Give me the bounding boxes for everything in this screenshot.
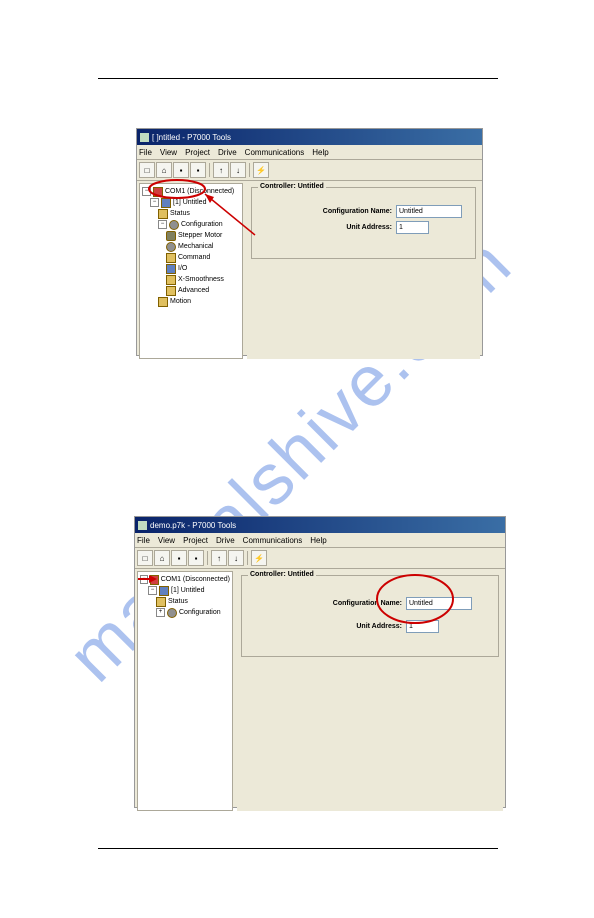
status-icon — [158, 209, 168, 219]
menu-file[interactable]: File — [139, 148, 152, 157]
gear-icon — [167, 608, 177, 618]
unit-address-label: Unit Address: — [346, 224, 392, 231]
window-title: [ ]ntitled - P7000 Tools — [152, 133, 231, 142]
menu-communications[interactable]: Communications — [245, 148, 305, 157]
config-name-label: Configuration Name: — [323, 208, 392, 215]
tree-root[interactable]: −COM1 (Disconnected) — [142, 186, 240, 197]
menu-project[interactable]: Project — [185, 148, 210, 157]
io-icon — [166, 264, 176, 274]
upload-button[interactable]: ↑ — [213, 162, 229, 178]
menu-file[interactable]: File — [137, 536, 150, 545]
config-name-input[interactable]: Untitled — [406, 597, 472, 610]
toolbar-separator — [247, 551, 248, 565]
open-button[interactable]: ⌂ — [156, 162, 172, 178]
tree-controller-node[interactable]: −[1] Untitled — [142, 197, 240, 208]
tree-configuration[interactable]: −Configuration — [142, 219, 240, 230]
tree-root[interactable]: −COM1 (Disconnected) — [140, 574, 230, 585]
tree-advanced[interactable]: Advanced — [142, 285, 240, 296]
groupbox-title: Controller: Untitled — [248, 571, 316, 578]
config-name-input[interactable]: Untitled — [396, 205, 462, 218]
menu-drive[interactable]: Drive — [218, 148, 237, 157]
menubar: File View Project Drive Communications H… — [135, 533, 505, 548]
toolbar-separator — [207, 551, 208, 565]
status-icon — [156, 597, 166, 607]
tree-pane: −COM1 (Disconnected) −[1] Untitled Statu… — [137, 571, 233, 811]
config-name-label: Configuration Name: — [333, 600, 402, 607]
tree-stepper-motor[interactable]: Stepper Motor — [142, 230, 240, 241]
port-disconnected-icon — [153, 187, 163, 197]
controller-icon — [161, 198, 171, 208]
unit-address-input[interactable]: 1 — [406, 620, 439, 633]
motion-icon — [158, 297, 168, 307]
saveas-button[interactable]: ▪ — [190, 162, 206, 178]
toolbar-separator — [209, 163, 210, 177]
port-disconnected-icon — [150, 575, 159, 585]
unit-address-label: Unit Address: — [356, 623, 402, 630]
toolbar-separator — [249, 163, 250, 177]
tree-pane: −COM1 (Disconnected) −[1] Untitled Statu… — [139, 183, 243, 359]
unit-address-input[interactable]: 1 — [396, 221, 429, 234]
tree-status[interactable]: Status — [142, 208, 240, 219]
app-icon — [138, 521, 147, 530]
open-button[interactable]: ⌂ — [154, 550, 170, 566]
new-button[interactable]: □ — [137, 550, 153, 566]
app-icon — [140, 133, 149, 142]
toolbar: □ ⌂ ▪ ▪ ↑ ↓ ⚡ — [137, 160, 482, 181]
download-button[interactable]: ↓ — [230, 162, 246, 178]
menu-view[interactable]: View — [160, 148, 177, 157]
menu-help[interactable]: Help — [310, 536, 326, 545]
tree-mechanical[interactable]: Mechanical — [142, 241, 240, 252]
controller-icon — [159, 586, 169, 596]
upload-button[interactable]: ↑ — [211, 550, 227, 566]
tree-status[interactable]: Status — [140, 596, 230, 607]
download-button[interactable]: ↓ — [228, 550, 244, 566]
gear-icon — [166, 242, 176, 252]
save-button[interactable]: ▪ — [173, 162, 189, 178]
tree-motion[interactable]: Motion — [142, 296, 240, 307]
titlebar: [ ]ntitled - P7000 Tools — [137, 129, 482, 145]
connect-button[interactable]: ⚡ — [251, 550, 267, 566]
menu-drive[interactable]: Drive — [216, 536, 235, 545]
command-icon — [166, 253, 176, 263]
window-top: [ ]ntitled - P7000 Tools File View Proje… — [136, 128, 483, 356]
menu-project[interactable]: Project — [183, 536, 208, 545]
saveas-button[interactable]: ▪ — [188, 550, 204, 566]
tree-controller-node[interactable]: −[1] Untitled — [140, 585, 230, 596]
rule-top — [98, 78, 498, 79]
menu-help[interactable]: Help — [312, 148, 328, 157]
tree-io[interactable]: I/O — [142, 263, 240, 274]
titlebar: demo.p7k - P7000 Tools — [135, 517, 505, 533]
gear-icon — [169, 220, 179, 230]
tree-configuration[interactable]: +Configuration — [140, 607, 230, 618]
tree-command[interactable]: Command — [142, 252, 240, 263]
connect-button[interactable]: ⚡ — [253, 162, 269, 178]
window-title: demo.p7k - P7000 Tools — [150, 521, 236, 530]
advanced-icon — [166, 286, 176, 296]
menubar: File View Project Drive Communications H… — [137, 145, 482, 160]
menu-communications[interactable]: Communications — [243, 536, 303, 545]
rule-bottom — [98, 848, 498, 849]
xsmooth-icon — [166, 275, 176, 285]
toolbar: □ ⌂ ▪ ▪ ↑ ↓ ⚡ — [135, 548, 505, 569]
content-pane: Controller: Untitled Configuration Name:… — [247, 183, 480, 359]
motor-icon — [166, 231, 176, 241]
controller-groupbox: Controller: Untitled Configuration Name:… — [251, 187, 476, 259]
content-pane: Controller: Untitled Configuration Name:… — [237, 571, 503, 811]
tree-xsmoothness[interactable]: X-Smoothness — [142, 274, 240, 285]
groupbox-title: Controller: Untitled — [258, 183, 326, 190]
new-button[interactable]: □ — [139, 162, 155, 178]
controller-groupbox: Controller: Untitled Configuration Name:… — [241, 575, 499, 657]
window-bottom: demo.p7k - P7000 Tools File View Project… — [134, 516, 506, 808]
save-button[interactable]: ▪ — [171, 550, 187, 566]
menu-view[interactable]: View — [158, 536, 175, 545]
